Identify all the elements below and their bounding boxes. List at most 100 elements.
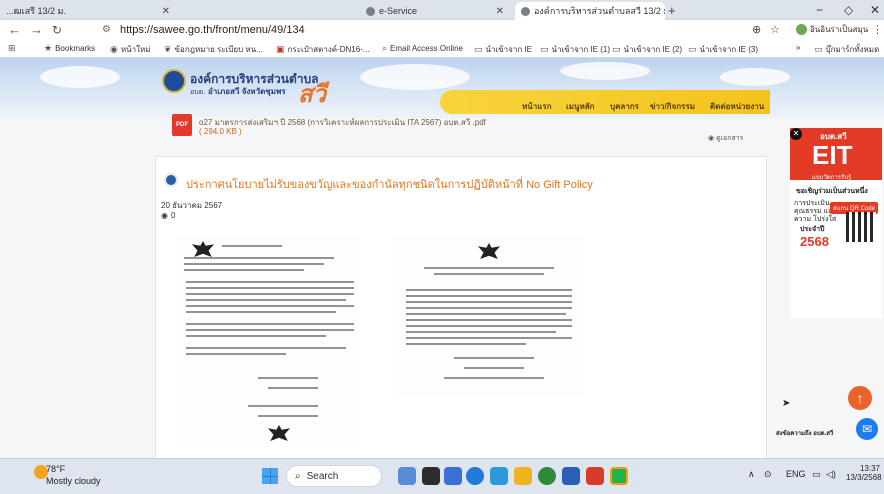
folder-icon: ▭	[688, 44, 697, 54]
apps-icon[interactable]: ⊞	[8, 43, 16, 54]
close-window-button[interactable]: ✕	[870, 3, 880, 17]
word-icon[interactable]	[562, 467, 580, 485]
app-icon[interactable]	[490, 467, 508, 485]
folder-icon: ▭	[540, 44, 549, 54]
chevron-up-icon[interactable]: ∧	[748, 469, 755, 480]
site-header: องค์การบริหารส่วนตำบล อบต. อำเภอสวี จังห…	[0, 58, 884, 118]
globe-icon	[366, 6, 375, 16]
eit-year: 2568	[800, 234, 829, 249]
tab-3[interactable]: องค์การบริหารส่วนตำบลสวี 13/2 ม. ✕	[515, 2, 665, 20]
teams-icon[interactable]	[444, 467, 462, 485]
system-clock[interactable]: 13:37 13/3/2568	[846, 464, 882, 482]
search-icon: ⌕	[295, 470, 301, 482]
file-explorer-icon[interactable]	[514, 467, 532, 485]
bookmark-star-icon[interactable]: ☆	[770, 23, 780, 36]
tab-1-title: ...ฒเสรี 13/2 ม.	[6, 6, 66, 16]
pdf-icon: ▣	[276, 44, 285, 54]
bookmark-label: Bookmarks	[55, 44, 96, 53]
bookmark-item-7[interactable]: ▭ นำเข้าจาก IE (2)	[612, 43, 682, 56]
star-icon: ★	[44, 43, 53, 53]
forward-icon[interactable]: →	[30, 22, 43, 37]
tab-1[interactable]: ...ฒเสรี 13/2 ม. ✕	[0, 2, 176, 20]
menu-contact[interactable]: ติดต่อหน่วยงาน	[710, 100, 764, 113]
eye-icon: ◉	[708, 135, 717, 142]
bookmark-label: กระเป๋าสตางค์-DN16-...	[287, 45, 370, 54]
post-card: ประกาศนโยบายไม่รับของขวัญและของกำนัลทุกช…	[155, 156, 767, 458]
tab-2-title: e-Service	[379, 6, 418, 16]
scroll-top-button[interactable]: ↑	[848, 386, 872, 410]
document-image-thai-memo[interactable]	[178, 237, 358, 447]
bookmarks-more-button[interactable]: »	[796, 43, 800, 52]
bookmark-item-5[interactable]: ▭ นำเข้าจาก IE	[474, 43, 532, 56]
tab-2[interactable]: e-Service ✕	[360, 2, 510, 20]
post-view-count: 0	[170, 211, 176, 220]
volume-icon[interactable]: ◁)	[826, 469, 836, 480]
start-button[interactable]	[262, 468, 278, 484]
bookmark-item-6[interactable]: ▭ นำเข้าจาก IE (1)	[540, 43, 610, 56]
folder-icon: ▭	[814, 44, 823, 54]
bookmark-label: ข้อกฎหมาย ระเบียบ หน...	[174, 45, 263, 54]
eit-banner[interactable]: ✕ อบต.สวี EIT แบบวัดการรับรู้ ขอเชิญร่วม…	[790, 128, 882, 318]
eit-subtitle: แบบวัดการรับรู้	[812, 175, 852, 181]
menu-main[interactable]: เมนูหลัก	[566, 100, 595, 113]
pdf-reader-icon[interactable]	[586, 467, 604, 485]
bookmark-label: นำเข้าจาก IE	[485, 45, 532, 54]
new-tab-button[interactable]: +	[668, 3, 676, 18]
pdf-icon[interactable]: PDF	[172, 114, 192, 136]
tray-app-icon[interactable]: ⊙	[764, 469, 772, 480]
close-icon[interactable]: ✕	[162, 6, 170, 17]
taskbar-search[interactable]: ⌕ Search	[286, 465, 382, 487]
bookmark-item-1[interactable]: ◉ หน้าใหม่	[110, 43, 151, 56]
site-info-icon[interactable]: ⚙	[102, 24, 111, 35]
reload-icon[interactable]: ↻	[52, 23, 62, 37]
menu-home[interactable]: หน้าแรก	[522, 100, 552, 113]
menu-icon[interactable]: ⋮	[872, 23, 883, 36]
bookmark-label: นำเข้าจาก IE (3)	[699, 45, 758, 54]
menu-news[interactable]: ข่าว/กิจกรรม	[650, 100, 695, 113]
messenger-icon[interactable]: ✉	[856, 418, 878, 440]
close-icon[interactable]: ✕	[790, 128, 802, 140]
globe-icon	[521, 6, 530, 16]
post-views: ◉ 0	[161, 211, 175, 220]
attachment-link[interactable]: o27 มาตรการส่งเสริมฯ ปี 2568 (การวิเคราะ…	[199, 116, 486, 129]
folder-icon: ▭	[612, 44, 621, 54]
document-image-english[interactable]	[394, 237, 584, 397]
weather-temp[interactable]: 78°F	[46, 464, 65, 474]
contact-label[interactable]: ส่งข้อความถึง อบต.สวี	[776, 428, 833, 438]
close-icon[interactable]: ✕	[496, 6, 504, 17]
restore-button[interactable]: ◇	[844, 3, 853, 17]
menu-personnel[interactable]: บุคลากร	[610, 100, 639, 113]
back-icon[interactable]: ←	[8, 22, 21, 37]
web-page: องค์การบริหารส่วนตำบล อบต. อำเภอสวี จังห…	[0, 58, 884, 458]
leaf-icon: ❦	[164, 44, 172, 54]
chrome-icon[interactable]	[538, 467, 556, 485]
view-document-link[interactable]: ◉ ดูเอกสาร	[708, 133, 743, 144]
network-icon[interactable]: ▭	[812, 469, 821, 480]
bookmark-item-4[interactable]: ⌕ Email Access Online	[382, 43, 463, 54]
edge-icon[interactable]	[466, 467, 484, 485]
bookmark-item-2[interactable]: ❦ ข้อกฎหมาย ระเบียบ หน...	[164, 43, 263, 56]
all-bookmarks-button[interactable]: ▭ บุ๊กมาร์กทั้งหมด	[814, 43, 879, 56]
bookmark-item-3[interactable]: ▣ กระเป๋าสตางค์-DN16-...	[276, 43, 370, 56]
bookmark-item-0[interactable]: ★ Bookmarks	[44, 43, 95, 54]
widgets-icon[interactable]	[398, 467, 416, 485]
task-view-icon[interactable]	[422, 467, 440, 485]
zoom-icon[interactable]: ⊕	[752, 23, 761, 36]
site-logo[interactable]	[162, 69, 186, 93]
qr-code-icon[interactable]	[846, 212, 876, 242]
view-document-label: ดูเอกสาร	[716, 135, 744, 142]
weather-condition[interactable]: Mostly cloudy	[46, 476, 101, 486]
profile-button[interactable]: อินอินร่าเป็นสมุน	[796, 23, 868, 36]
language-indicator[interactable]: ENG	[786, 469, 806, 479]
line-icon[interactable]	[610, 467, 628, 485]
eye-icon: ◉	[161, 211, 168, 220]
tab-strip: ...ฒเสรี 13/2 ม. ✕ e-Service ✕ องค์การบร…	[0, 0, 884, 20]
eit-title: EIT	[812, 140, 853, 170]
garuda-emblem-icon	[268, 425, 290, 441]
bookmark-label: หน้าใหม่	[120, 45, 151, 54]
post-title[interactable]: ประกาศนโยบายไม่รับของขวัญและของกำนัลทุกช…	[186, 175, 593, 193]
minimize-button[interactable]: −	[816, 3, 823, 17]
url-field[interactable]: https://sawee.go.th/front/menu/49/134	[120, 24, 305, 36]
all-bookmarks-label: บุ๊กมาร์กทั้งหมด	[825, 45, 880, 54]
bookmark-item-8[interactable]: ▭ นำเข้าจาก IE (3)	[688, 43, 758, 56]
